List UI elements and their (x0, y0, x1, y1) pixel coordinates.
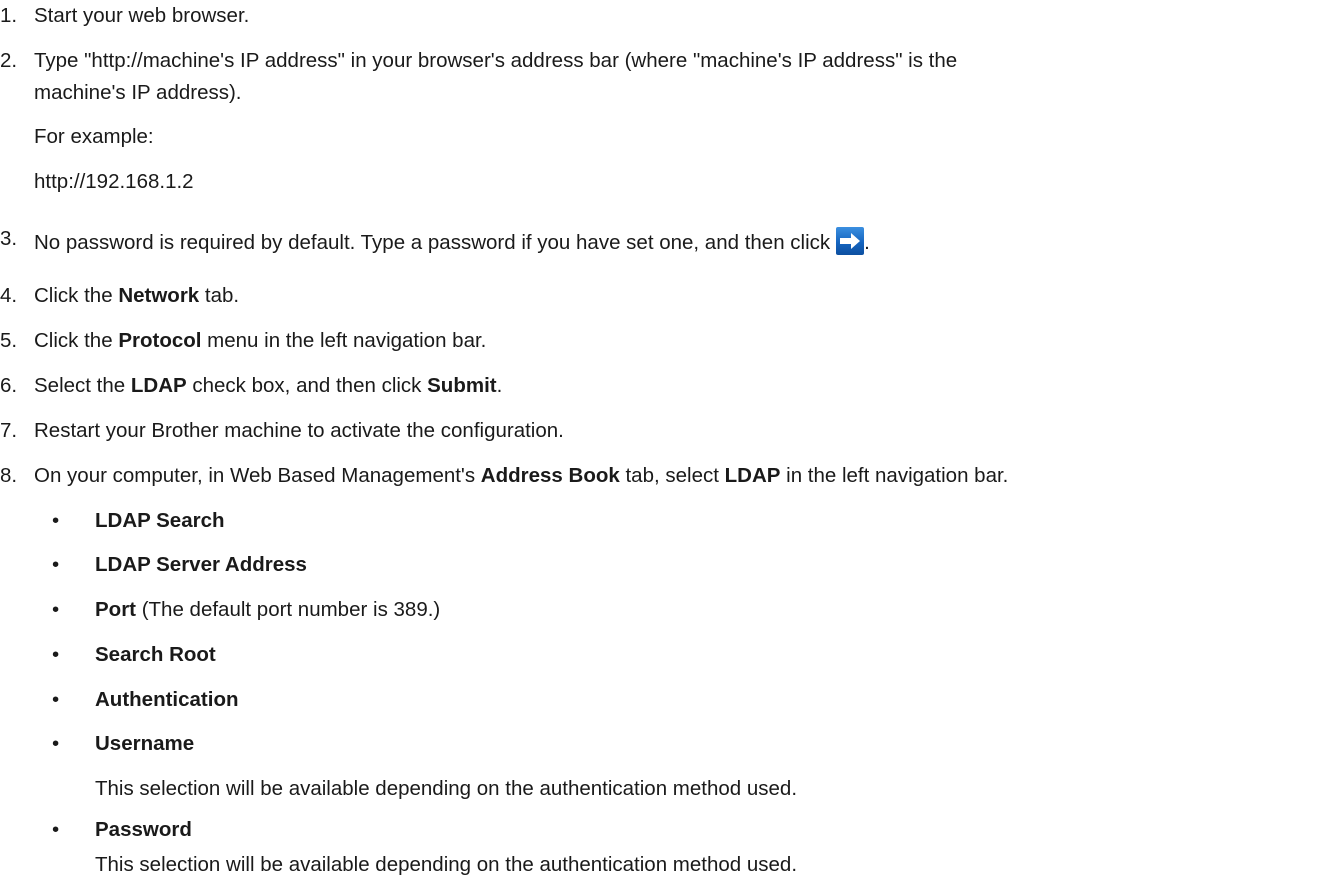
step-text: Select the (34, 374, 131, 397)
list-item-description: This selection will be available dependi… (95, 777, 798, 800)
list-item: LDAP Server Address (95, 553, 307, 576)
step-text: On your computer, in Web Based Managemen… (34, 464, 481, 487)
step-text: menu in the left navigation bar. (201, 329, 487, 352)
step-number: 2. (0, 49, 18, 72)
step-text: Click the (34, 284, 119, 307)
bullet-glyph: • (52, 818, 60, 841)
step-number: 1. (0, 4, 18, 27)
step-text: No password is required by default. Type… (34, 231, 831, 254)
ui-term: Protocol (118, 329, 202, 352)
list-item: Port (The default port number is 389.) (95, 598, 441, 621)
step-number: 6. (0, 374, 18, 397)
bullet-glyph: • (52, 598, 60, 621)
ui-term: LDAP (724, 464, 781, 487)
step-text: check box, and then click (186, 374, 428, 397)
step-2-continuation: machine's IP address). (34, 81, 242, 104)
bullet-glyph: • (52, 688, 60, 711)
list-item-description: This selection will be available dependi… (95, 853, 798, 876)
step-text: in the left navigation bar. (780, 464, 1009, 487)
step-number: 5. (0, 329, 18, 352)
step-text: Click the (34, 329, 119, 352)
example-url: http://192.168.1.2 (34, 170, 194, 193)
step-text: Restart your Brother machine to activate… (34, 419, 564, 442)
list-item: Authentication (95, 688, 239, 711)
right-arrow-icon (836, 227, 865, 255)
step-text: . (496, 374, 503, 397)
bullet-glyph: • (52, 643, 60, 666)
example-label: For example: (34, 125, 154, 148)
bullet-glyph: • (52, 732, 60, 755)
ui-term: Submit (427, 374, 497, 397)
list-item: Password (95, 818, 192, 841)
list-item: Username (95, 732, 195, 755)
step-number: 8. (0, 464, 18, 487)
list-item: LDAP Search (95, 509, 225, 532)
step-number: 3. (0, 227, 18, 250)
step-number: 4. (0, 284, 18, 307)
step-text: tab, select (619, 464, 725, 487)
step-text: Type "http://machine's IP address" in yo… (34, 49, 958, 72)
step-text: tab. (199, 284, 240, 307)
ui-term: Address Book (480, 464, 620, 487)
bullet-glyph: • (52, 509, 60, 532)
ui-term: Network (118, 284, 200, 307)
bullet-glyph: • (52, 553, 60, 576)
step-text: Start your web browser. (34, 4, 250, 27)
list-item: Search Root (95, 643, 216, 666)
ui-term: LDAP (130, 374, 187, 397)
step-number: 7. (0, 419, 18, 442)
step-text-end: . (864, 231, 870, 254)
